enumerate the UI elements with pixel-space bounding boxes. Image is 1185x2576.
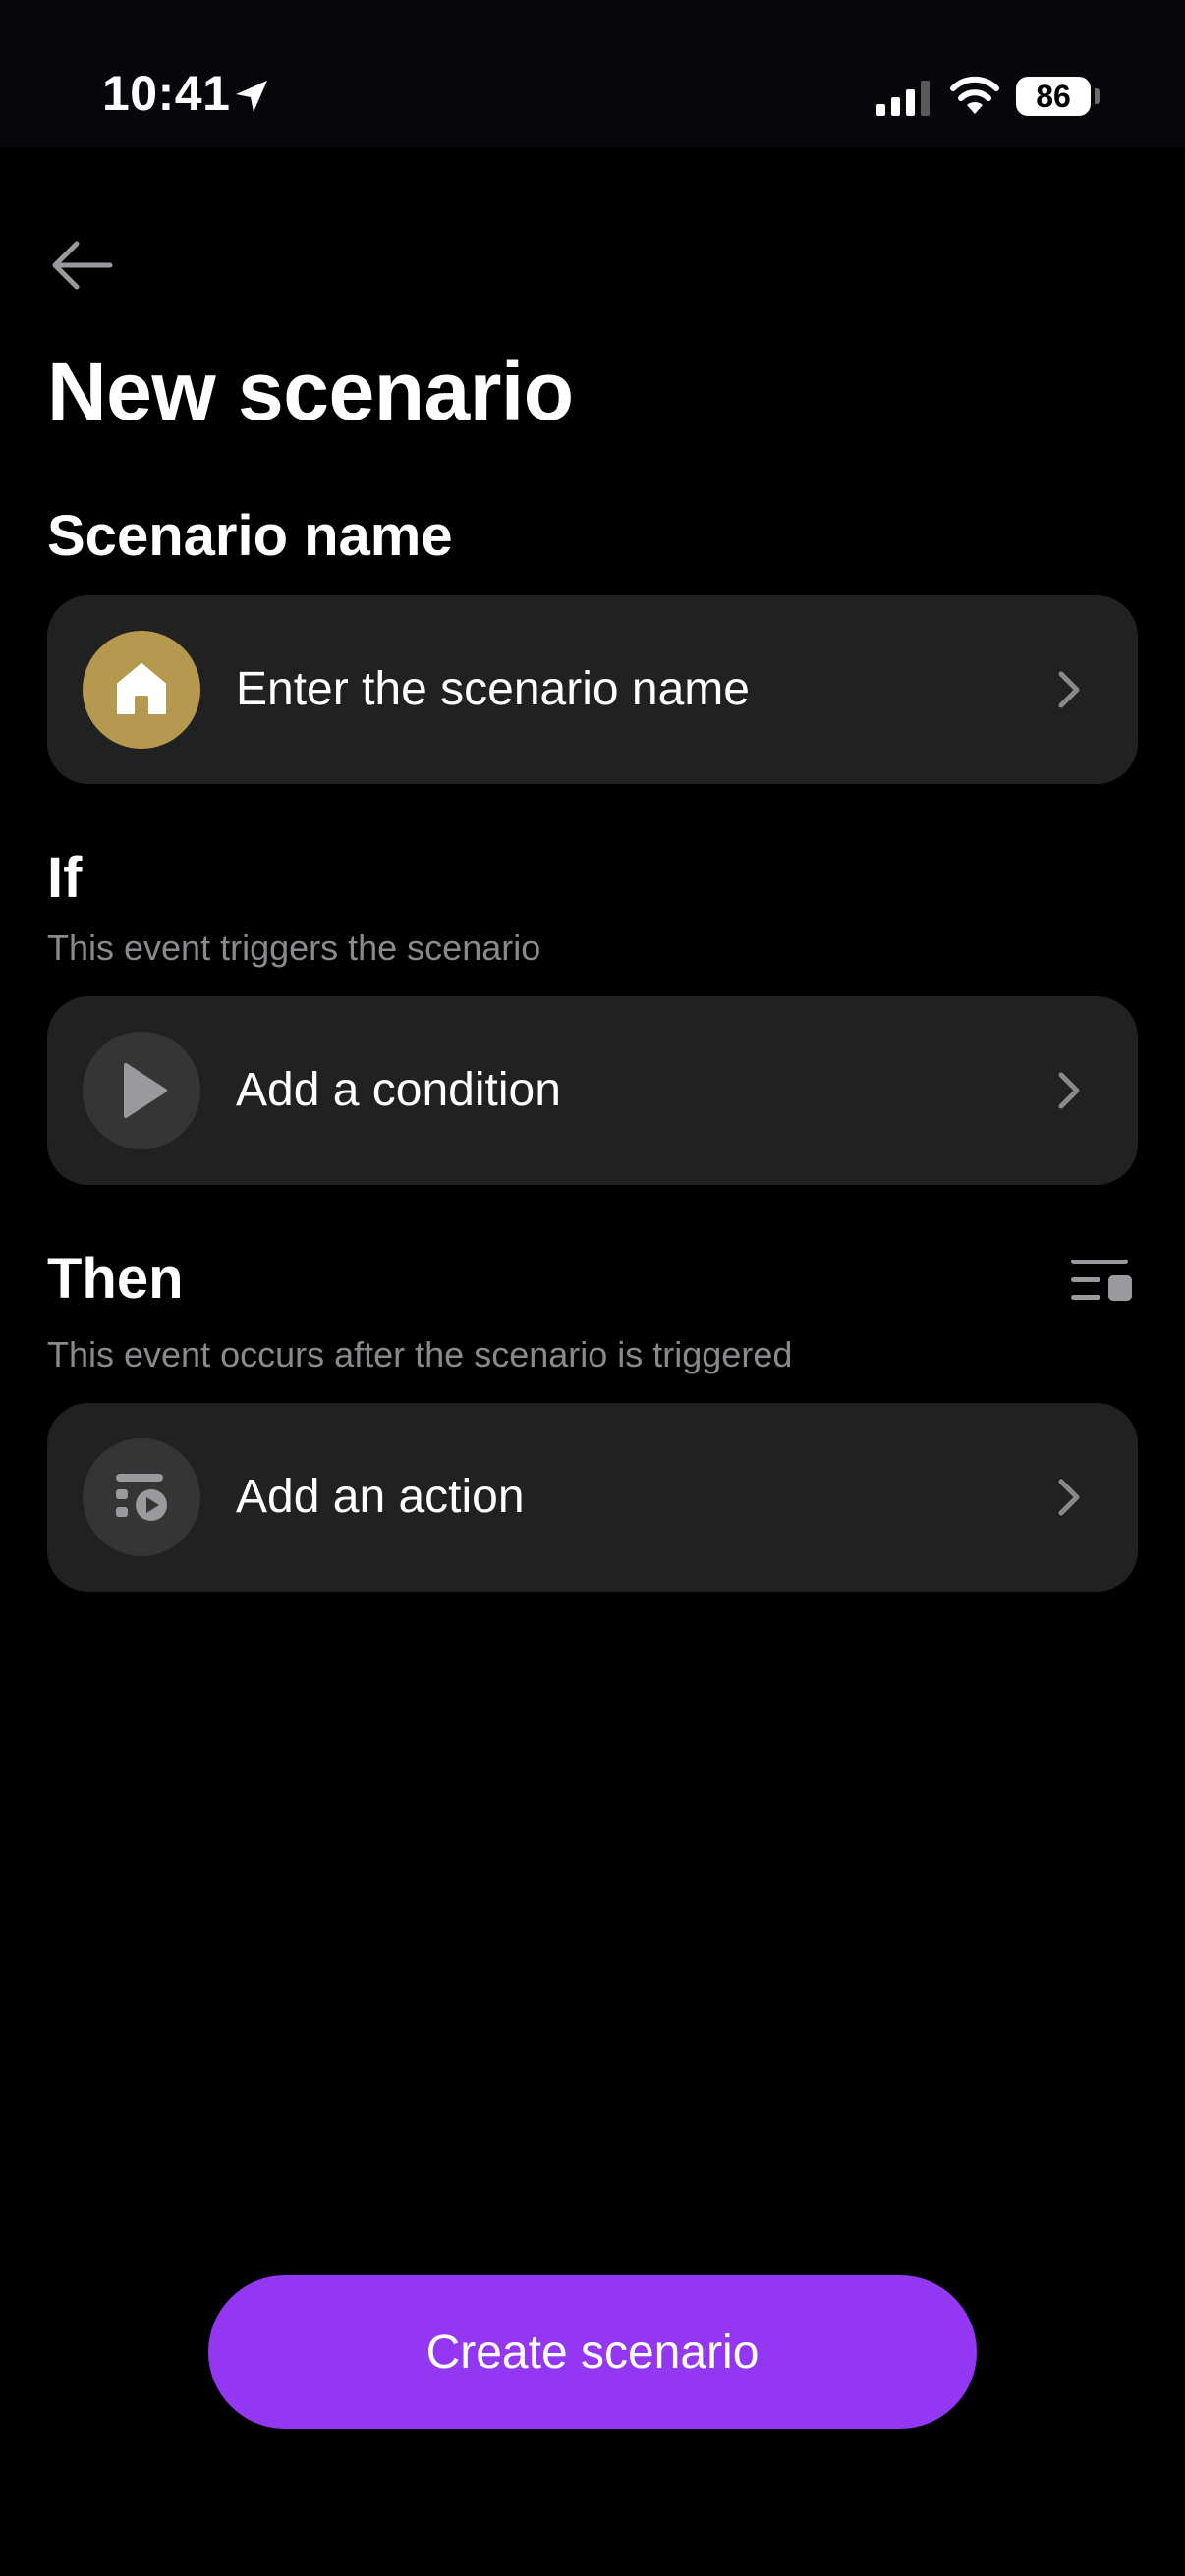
add-condition-label: Add a condition [236, 1064, 561, 1116]
scenario-name-placeholder: Enter the scenario name [236, 663, 750, 715]
add-action-row[interactable]: Add an action [47, 1403, 1138, 1592]
scenario-name-row[interactable]: Enter the scenario name [47, 595, 1138, 784]
status-bar: 10:41 86 [0, 0, 1185, 147]
if-title: If [47, 846, 83, 910]
back-arrow-icon [52, 241, 113, 290]
location-arrow-icon [236, 81, 267, 112]
battery-indicator: 86 [1016, 77, 1100, 116]
add-action-label: Add an action [236, 1471, 525, 1523]
list-view-icon[interactable] [1071, 1258, 1134, 1303]
chevron-right-icon [1058, 1072, 1080, 1109]
page-title: New scenario [47, 345, 574, 437]
add-condition-row[interactable]: Add a condition [47, 996, 1138, 1185]
then-subtitle: This event occurs after the scenario is … [47, 1334, 793, 1374]
play-icon [83, 1032, 200, 1149]
cellular-signal-icon [876, 81, 930, 116]
wifi-icon [950, 76, 999, 114]
battery-level: 86 [1016, 77, 1091, 116]
create-scenario-button[interactable]: Create scenario [208, 2275, 977, 2429]
scenario-name-title: Scenario name [47, 504, 453, 568]
if-subtitle: This event triggers the scenario [47, 927, 541, 968]
back-button[interactable] [47, 236, 116, 295]
status-time: 10:41 [102, 66, 231, 121]
then-title: Then [47, 1247, 184, 1311]
chevron-right-icon [1058, 1479, 1080, 1516]
chevron-right-icon [1058, 671, 1080, 708]
action-icon [83, 1438, 200, 1556]
battery-cap [1095, 88, 1100, 104]
home-icon [83, 631, 200, 749]
